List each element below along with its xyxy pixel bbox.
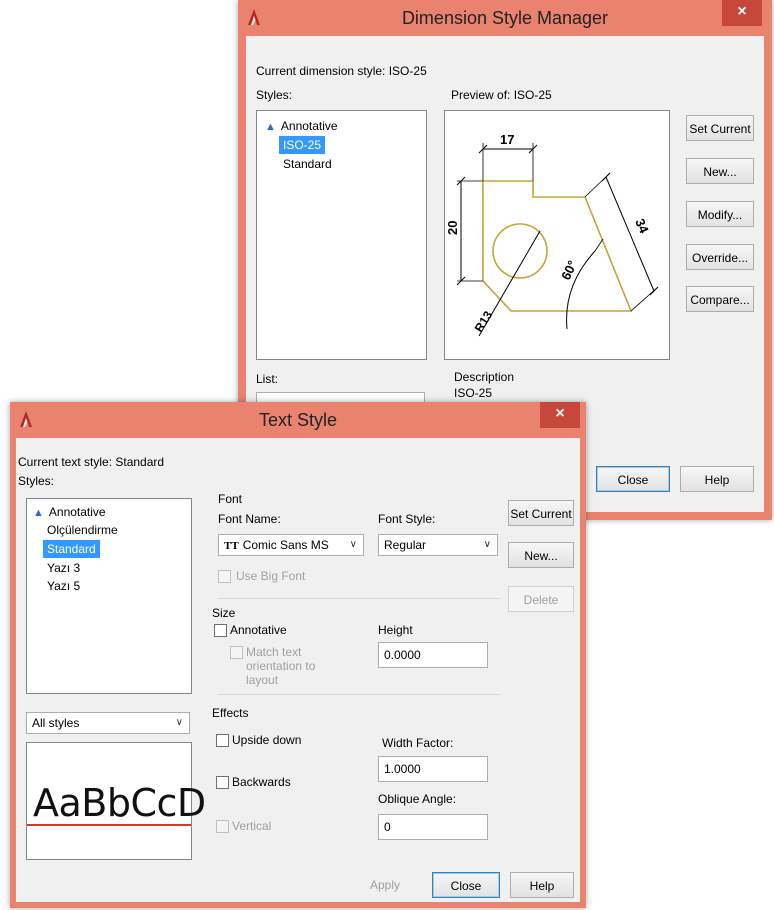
dsm-description-value: ISO-25	[454, 386, 493, 400]
ts-height-input[interactable]: 0.0000	[378, 642, 488, 668]
ts-delete-button[interactable]: Delete	[508, 586, 574, 612]
dim-34-label: 34	[632, 216, 652, 236]
dsm-modify-button[interactable]: Modify...	[686, 201, 754, 227]
list-item[interactable]: Olçülendirme	[43, 521, 122, 539]
ts-backwards-checkbox[interactable]	[216, 776, 229, 789]
ts-new-button[interactable]: New...	[508, 542, 574, 568]
ts-use-big-font-label: Use Big Font	[236, 569, 306, 583]
ts-match-orientation-checkbox[interactable]	[230, 646, 243, 659]
dsm-set-current-button[interactable]: Set Current	[686, 115, 754, 141]
ts-filter-value: All styles	[32, 716, 80, 730]
ts-styles-list[interactable]: ▲ Annotative Olçülendirme Standard Yazı 3…	[26, 498, 192, 694]
ts-width-factor-input[interactable]: 1.0000	[378, 756, 488, 782]
ts-oblique-angle-input[interactable]: 0	[378, 814, 488, 840]
ts-style-label: Olçülendirme	[47, 523, 118, 537]
dsm-style-label: Standard	[283, 157, 332, 171]
ts-upside-down-checkbox[interactable]	[216, 734, 229, 747]
truetype-font-icon: TT	[224, 540, 239, 552]
dsm-current-style-label: Current dimension style: ISO-25	[256, 64, 427, 78]
dsm-preview-label: Preview of: ISO-25	[451, 88, 552, 102]
dsm-new-button[interactable]: New...	[686, 158, 754, 184]
ts-font-style-dropdown[interactable]: Regular ∨	[378, 534, 498, 556]
ts-size-group-label: Size	[212, 606, 236, 620]
chevron-down-icon: ∨	[175, 717, 183, 728]
dsm-style-label: ISO-25	[283, 138, 322, 152]
chevron-down-icon: ∨	[483, 539, 491, 550]
dsm-preview-pane: 17 20 34 60° R13	[444, 110, 670, 360]
ts-style-label: Yazı 3	[47, 561, 81, 575]
ts-close-button[interactable]: Close	[432, 872, 500, 898]
ts-vertical-checkbox[interactable]	[216, 820, 229, 833]
dsm-override-button[interactable]: Override...	[686, 244, 754, 270]
ts-upside-down-label: Upside down	[232, 733, 302, 747]
ts-preview-baseline	[27, 824, 191, 826]
list-item[interactable]: ▲ Annotative	[29, 503, 110, 521]
ts-current-style-label: Current text style: Standard	[18, 455, 165, 469]
dsm-close-icon[interactable]: ×	[722, 0, 762, 26]
dim-20-label: 20	[445, 221, 460, 235]
dsm-styles-list[interactable]: ▲ Annotative ISO-25 Standard	[256, 110, 427, 360]
ts-vertical-label: Vertical	[232, 819, 272, 833]
ts-height-label: Height	[378, 623, 413, 637]
ts-preview-text: AaBbCcD	[33, 781, 206, 825]
dsm-compare-button[interactable]: Compare...	[686, 286, 754, 312]
ts-set-current-button[interactable]: Set Current	[508, 500, 574, 526]
ts-preview-box: AaBbCcD	[26, 742, 206, 860]
dsm-title: Dimension Style Manager	[401, 8, 609, 28]
ts-annotative-checkbox[interactable]	[214, 624, 227, 637]
ts-font-name-value: Comic Sans MS	[242, 538, 329, 552]
text-style-window: Text Style × Current text style: Standar…	[10, 402, 586, 908]
ts-title: Text Style	[258, 410, 338, 430]
ts-font-name-label: Font Name:	[218, 512, 281, 526]
list-item[interactable]: ISO-25	[279, 136, 326, 154]
ts-close-icon[interactable]: ×	[540, 402, 580, 428]
ts-backwards-label: Backwards	[232, 775, 291, 789]
ts-font-style-value: Regular	[384, 538, 427, 552]
ts-separator	[218, 598, 500, 599]
ts-style-label: Annotative	[48, 505, 106, 519]
ts-effects-group-label: Effects	[212, 706, 249, 720]
ts-separator	[218, 694, 500, 695]
ts-use-big-font-checkbox[interactable]	[218, 570, 231, 583]
list-item[interactable]: Yazı 3	[43, 559, 84, 577]
dsm-help-button[interactable]: Help	[680, 466, 754, 492]
ts-titlebar[interactable]: Text Style ×	[10, 402, 586, 438]
list-item[interactable]: Standard	[279, 155, 336, 173]
ts-match-orientation-label: Match text orientation to layout	[246, 645, 316, 687]
chevron-down-icon: ∨	[349, 539, 357, 550]
ts-annotative-label: Annotative	[230, 623, 287, 637]
annotative-icon: ▲	[265, 121, 276, 133]
ts-oblique-angle-label: Oblique Angle:	[378, 792, 457, 806]
ts-font-style-label: Font Style:	[378, 512, 436, 526]
dimension-preview-drawing: 17 20 34 60° R13	[445, 132, 659, 337]
ts-client-area: Current text style: Standard Styles: ▲ An…	[16, 438, 580, 902]
ts-style-label: Standard	[47, 542, 96, 556]
ts-font-name-dropdown[interactable]: TT Comic Sans MS ∨	[218, 534, 364, 556]
ts-apply-button[interactable]: Apply	[370, 878, 400, 892]
ts-style-filter-dropdown[interactable]: All styles ∨	[26, 712, 190, 734]
dsm-style-label: Annotative	[280, 119, 338, 133]
dsm-list-label: List:	[256, 372, 279, 386]
list-item[interactable]: Yazı 5	[43, 577, 84, 595]
ts-styles-label: Styles:	[18, 474, 55, 488]
dsm-description-label: Description	[454, 370, 515, 384]
dim-17-label: 17	[500, 132, 514, 147]
dim-radius-label: R13	[472, 308, 496, 334]
dsm-close-button[interactable]: Close	[596, 466, 670, 492]
ts-style-label: Yazı 5	[47, 579, 81, 593]
dim-angle-label: 60°	[558, 258, 580, 282]
ts-help-button[interactable]: Help	[510, 872, 574, 898]
dsm-titlebar[interactable]: Dimension Style Manager ×	[238, 0, 772, 36]
annotative-icon: ▲	[33, 507, 44, 519]
list-item[interactable]: ▲ Annotative	[261, 117, 342, 135]
dsm-styles-label: Styles:	[256, 88, 293, 102]
ts-width-factor-label: Width Factor:	[382, 736, 454, 750]
list-item[interactable]: Standard	[43, 540, 100, 558]
ts-font-group-label: Font	[218, 492, 243, 506]
